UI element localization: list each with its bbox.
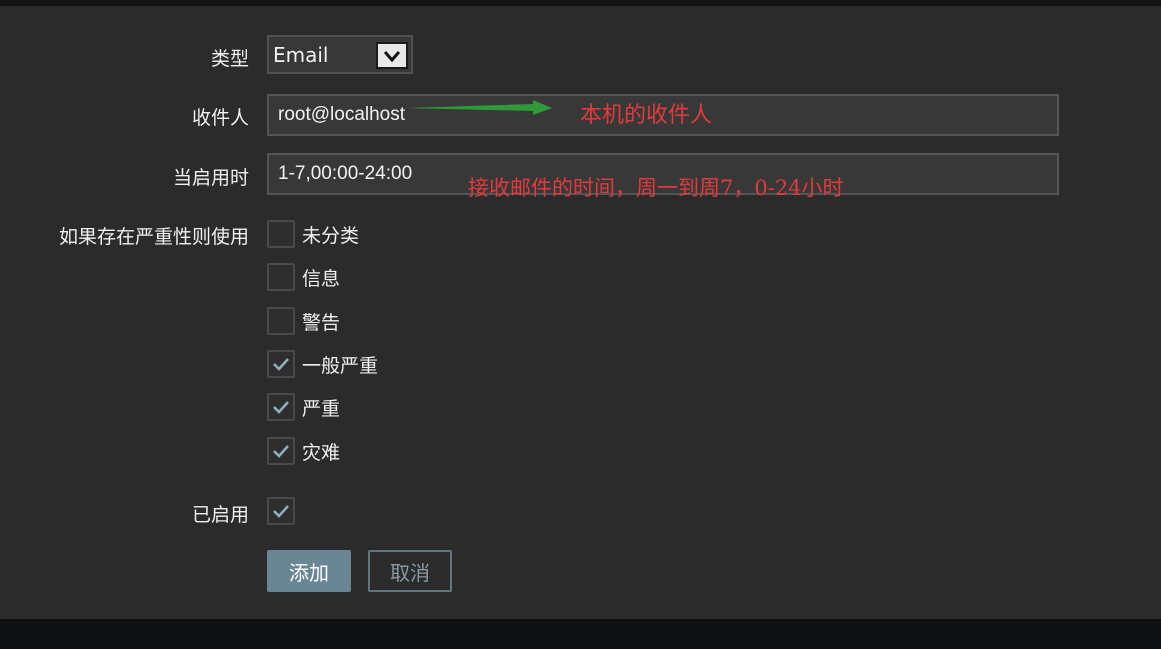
enabled-label: 已启用 [191, 504, 249, 526]
severity-warning[interactable]: 警告 [267, 307, 340, 335]
chevron-down-icon[interactable] [376, 42, 408, 69]
when-active-label: 当启用时 [172, 167, 249, 189]
arrow-annotation-icon [405, 100, 552, 115]
severity-average[interactable]: 一般严重 [267, 350, 378, 378]
severity-information[interactable]: 信息 [267, 263, 340, 291]
checkbox-label: 信息 [302, 267, 341, 290]
time-annotation: 接收邮件的时间，周一到周7，0-24小时 [468, 176, 844, 200]
recipient-annotation: 本机的收件人 [580, 103, 713, 128]
severity-not-classified[interactable]: 未分类 [267, 220, 359, 248]
check-icon [273, 358, 289, 371]
enabled-checkbox[interactable] [267, 497, 295, 525]
severity-label: 如果存在严重性则使用 [58, 226, 249, 248]
enabled-checkbox-row[interactable] [267, 497, 295, 525]
severity-high[interactable]: 严重 [267, 393, 340, 421]
checkbox-label: 严重 [302, 397, 341, 420]
checkbox[interactable] [267, 393, 295, 421]
type-label: 类型 [210, 48, 249, 70]
checkbox[interactable] [267, 307, 295, 335]
checkbox-label: 一般严重 [302, 354, 379, 377]
checkbox[interactable] [267, 220, 295, 248]
checkbox[interactable] [267, 263, 295, 291]
type-select-value: Email [273, 43, 329, 67]
check-icon [273, 505, 289, 518]
check-icon [273, 401, 289, 414]
recipient-label: 收件人 [191, 107, 249, 129]
add-button[interactable]: 添加 [267, 550, 351, 592]
checkbox-label: 警告 [302, 311, 341, 334]
checkbox[interactable] [267, 350, 295, 378]
checkbox-label: 灾难 [302, 441, 341, 464]
severity-disaster[interactable]: 灾难 [267, 437, 340, 465]
check-icon [273, 445, 289, 458]
cancel-button[interactable]: 取消 [368, 550, 452, 592]
checkbox[interactable] [267, 437, 295, 465]
checkbox-label: 未分类 [302, 224, 360, 247]
type-select[interactable]: Email [267, 35, 413, 74]
